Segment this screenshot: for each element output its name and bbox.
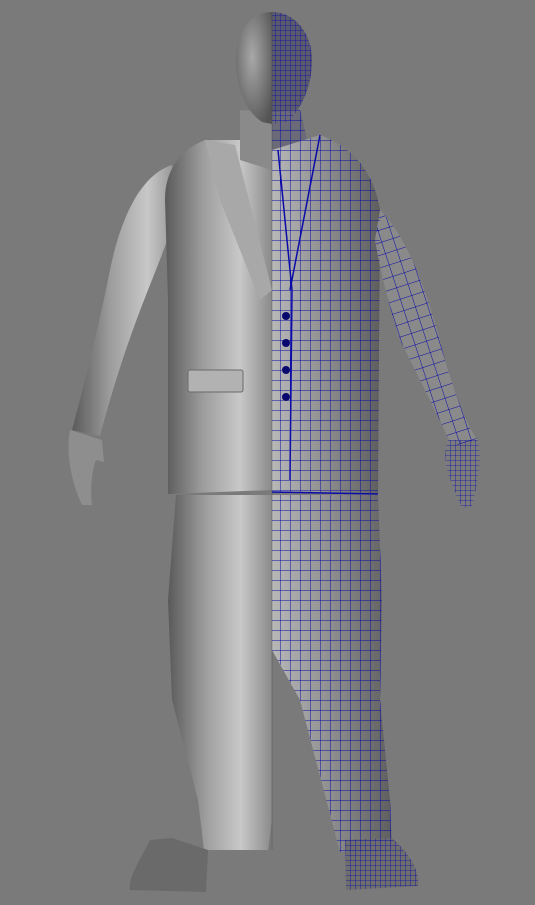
head	[236, 12, 272, 124]
jacket-button	[282, 393, 290, 401]
right-hand-wireframe	[445, 440, 480, 508]
jacket-button	[282, 312, 290, 320]
wireframe-side	[271, 12, 480, 890]
jacket-button	[282, 339, 290, 347]
right-shoe-wireframe	[345, 838, 419, 890]
head-wireframe	[272, 12, 312, 124]
clay-side	[68, 12, 272, 892]
right-trouser-wireframe	[272, 495, 392, 852]
pocket-flap	[187, 369, 244, 393]
jacket-button	[282, 366, 290, 374]
left-arm	[72, 165, 180, 436]
left-shoe	[129, 838, 208, 892]
sculpt-viewport[interactable]	[0, 0, 535, 905]
right-arm-wireframe	[375, 210, 478, 446]
model-render	[68, 12, 480, 892]
left-hand	[68, 430, 104, 505]
left-trouser	[168, 495, 272, 850]
